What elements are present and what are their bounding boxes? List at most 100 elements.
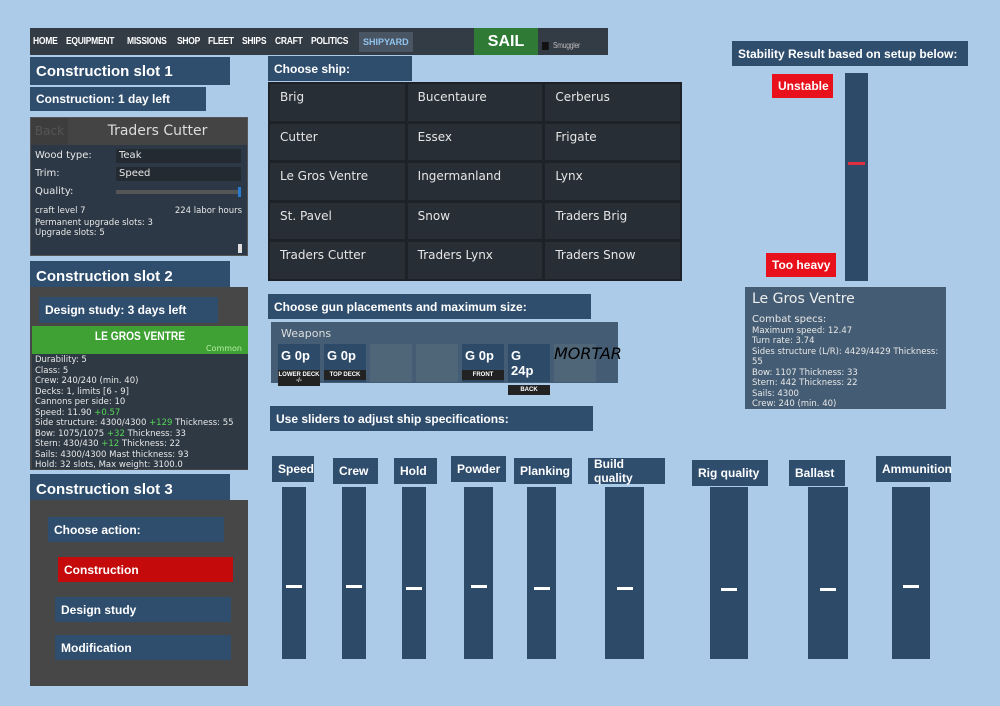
ship-name: Traders Cutter [68, 118, 247, 145]
nav-missions[interactable]: MISSIONS [127, 36, 167, 47]
gun-slot-label: MORTAR [554, 344, 622, 363]
sail-button[interactable]: SAIL [474, 28, 538, 55]
slider-ballast[interactable] [808, 487, 848, 659]
stat-text: Decks: 1, limits [6 - 9] [35, 386, 129, 397]
ship-option[interactable]: Brig [270, 84, 405, 121]
slider-powder[interactable] [464, 487, 493, 659]
ship-option[interactable]: Traders Cutter [270, 242, 405, 279]
gun-slot[interactable] [416, 344, 458, 382]
gun-slot[interactable]: G 0p FRONT [462, 344, 504, 382]
slider-handle[interactable] [721, 588, 737, 592]
sliders-title: Use sliders to adjust ship specification… [270, 406, 593, 431]
slider-handle[interactable] [406, 586, 422, 590]
slider-handle[interactable] [533, 586, 550, 590]
gun-slot[interactable]: G 0p TOP DECK [324, 344, 366, 382]
trim-select[interactable]: Speed [116, 167, 241, 181]
ship-option[interactable]: Traders Snow [545, 242, 680, 279]
gun-size: G 0p [281, 348, 310, 363]
nav-fleet[interactable]: FLEET [208, 36, 234, 47]
stat-text: Stern: 430/430 [35, 439, 102, 449]
slider-rig-quality[interactable] [710, 487, 748, 659]
ship-option[interactable]: Le Gros Ventre [270, 163, 405, 200]
gun-slot[interactable]: MORTAR [554, 344, 622, 382]
slider-handle[interactable] [286, 585, 302, 589]
slider-handle[interactable] [470, 585, 487, 589]
nav-ships[interactable]: SHIPS [242, 36, 266, 47]
ship-option[interactable]: Bucentaure [407, 84, 543, 121]
nav-equipment[interactable]: EQUIPMENT [66, 36, 114, 47]
stat-text: Speed: 11.90 [35, 407, 95, 418]
ship-grid: Brig Bucentaure Cerberus Cutter Essex Frigate… [268, 82, 682, 281]
nav-home[interactable]: HOME [33, 36, 58, 47]
ship-stats: Durability: 5 Class: 5 Crew: 240/240 (min… [32, 354, 248, 472]
craft-level: craft level 7 [35, 206, 86, 216]
gun-slot[interactable]: G 24p BACK [508, 344, 550, 395]
slider-hold[interactable] [402, 487, 426, 659]
ship-option[interactable]: Cerberus [545, 84, 680, 121]
slider-label-planking: Planking [514, 458, 572, 484]
gun-slot-label: LOWER DECK -/- [278, 370, 320, 386]
slider-handle[interactable] [346, 585, 362, 589]
modification-button[interactable]: Modification [55, 635, 231, 660]
stat-text: Bow: 1075/1075 [35, 428, 107, 439]
slot1-status: Construction: 1 day left [30, 87, 206, 111]
slider-handle[interactable] [820, 588, 836, 592]
ship-card: LE GROS VENTRE Common Durability: 5 Clas… [32, 326, 248, 472]
slider-label-speed: Speed [272, 456, 314, 482]
slider-label-ballast: Ballast [789, 460, 845, 486]
ship-option[interactable]: Essex [407, 123, 543, 161]
scrollbar[interactable] [238, 244, 242, 253]
nav-politics[interactable]: POLITICS [311, 36, 348, 47]
nav-craft[interactable]: CRAFT [275, 36, 303, 47]
top-nav: HOME EQUIPMENT MISSIONS SHOP FLEET SHIPS… [30, 28, 608, 55]
slider-speed[interactable] [282, 487, 306, 659]
stat-line: Bow: 1075/1075 +32 Thickness: 33 [35, 429, 245, 440]
ship-option[interactable]: Cutter [270, 123, 405, 161]
smuggler-label: Smuggler [553, 41, 581, 50]
stat-line: Side structure: 4300/4300 +129 Thickness… [35, 418, 245, 429]
wood-select[interactable]: Teak [116, 149, 241, 163]
ship-option[interactable]: Ingermanland [407, 163, 543, 200]
ship-option[interactable]: St. Pavel [270, 202, 405, 240]
ship-option[interactable]: Traders Lynx [407, 242, 543, 279]
result-line: Sails: 4300 [752, 388, 799, 399]
quality-slider[interactable] [116, 187, 241, 197]
wood-label: Wood type: [35, 150, 92, 161]
smuggler-toggle[interactable]: Smuggler [542, 41, 589, 50]
construction-button[interactable]: Construction [58, 557, 233, 582]
ship-option[interactable]: Frigate [545, 123, 680, 161]
slider-crew[interactable] [342, 487, 366, 659]
ship-option[interactable]: Snow [407, 202, 543, 240]
result-line: Maximum speed: 12.47 [752, 325, 853, 336]
slider-handle[interactable] [903, 585, 919, 589]
gun-size: G 24p [511, 348, 534, 378]
back-button[interactable]: Back [31, 118, 68, 145]
quality-label: Quality: [35, 186, 74, 197]
slot1-title: Construction slot 1 [30, 57, 230, 85]
slider-label-crew: Crew [333, 458, 378, 484]
too-heavy-label: Too heavy [766, 253, 836, 277]
slider-planking[interactable] [527, 487, 556, 659]
stat-line: Durability: 5 [35, 355, 245, 366]
stat-text: Crew: 240/240 (min. 40) [35, 376, 139, 386]
unstable-label: Unstable [772, 74, 833, 98]
stat-bonus: +0.57 [94, 407, 121, 418]
design-study-button[interactable]: Design study [55, 597, 231, 622]
quality-handle[interactable] [238, 187, 241, 197]
stat-text: Cannons per side: 10 [35, 397, 126, 407]
ship-card-name: LE GROS VENTRE [94, 329, 186, 343]
smuggler-checkbox[interactable] [542, 41, 549, 50]
stability-title: Stability Result based on setup below: [732, 41, 968, 66]
slider-ammunition[interactable] [892, 487, 930, 659]
slider-label-build-quality: Build quality [588, 457, 665, 485]
stat-bonus: +129 [149, 418, 173, 428]
nav-shipyard[interactable]: SHIPYARD [359, 31, 413, 52]
gun-slot[interactable] [370, 344, 412, 382]
slider-build-quality[interactable] [605, 487, 644, 659]
gun-slot[interactable]: G 0p LOWER DECK -/- [278, 344, 320, 386]
ship-option[interactable]: Lynx [545, 163, 680, 200]
slider-handle[interactable] [616, 586, 633, 590]
stat-text: Durability: 5 [35, 355, 87, 365]
ship-option[interactable]: Traders Brig [545, 202, 680, 240]
nav-shop[interactable]: SHOP [177, 36, 200, 47]
